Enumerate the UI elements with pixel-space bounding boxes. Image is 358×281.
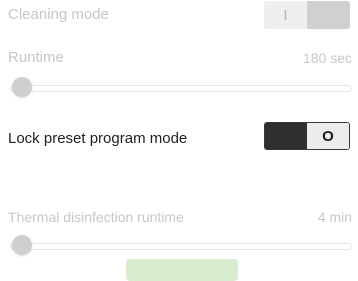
lock-preset-toggle[interactable]: O — [264, 122, 350, 150]
thermal-disinfection-label: Thermal disinfection runtime — [8, 209, 184, 225]
thermal-disinfection-slider-track — [10, 243, 352, 250]
cleaning-mode-toggle-on: I — [264, 1, 307, 29]
thermal-disinfection-slider[interactable] — [10, 234, 352, 258]
lock-preset-toggle-off: O — [307, 123, 349, 149]
cleaning-mode-toggle-off — [307, 1, 350, 29]
runtime-label: Runtime — [8, 49, 64, 66]
lock-preset-label: Lock preset program mode — [8, 130, 188, 147]
cleaning-mode-label: Cleaning mode — [8, 6, 109, 23]
cleaning-mode-toggle[interactable]: I — [264, 1, 350, 29]
thermal-disinfection-value: 4 min — [317, 209, 352, 225]
runtime-slider[interactable] — [10, 76, 352, 100]
runtime-value: 180 sec — [302, 50, 352, 66]
save-button[interactable] — [126, 259, 238, 281]
lock-preset-toggle-on — [265, 123, 307, 149]
runtime-slider-track — [10, 85, 352, 92]
thermal-disinfection-slider-thumb[interactable] — [12, 235, 32, 255]
runtime-slider-thumb[interactable] — [12, 77, 32, 97]
